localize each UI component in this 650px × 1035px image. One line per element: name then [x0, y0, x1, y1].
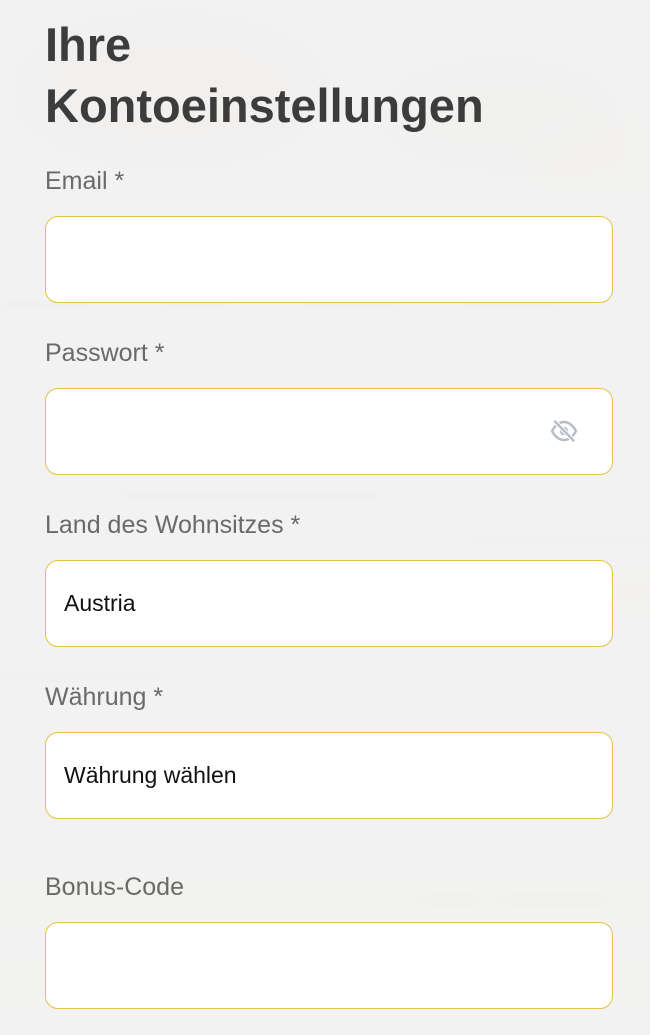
currency-label: Währung *	[45, 683, 164, 711]
bonus-code-label: Bonus-Code	[45, 873, 184, 901]
email-label: Email *	[45, 167, 125, 195]
eye-slash-icon[interactable]	[550, 419, 578, 443]
currency-select[interactable]: Währung wählen	[45, 732, 613, 819]
country-value: Austria	[64, 590, 136, 616]
country-label: Land des Wohnsitzes *	[45, 511, 301, 539]
page-title-line-2: Kontoeinstellungen	[45, 79, 484, 132]
account-settings-form: Ihre Kontoeinstellungen Email * Passwort …	[45, 14, 613, 1009]
bonus-code-field[interactable]	[45, 922, 613, 1009]
page-title-line-1: Ihre	[45, 18, 132, 71]
page-title: Ihre Kontoeinstellungen	[45, 14, 613, 136]
currency-value: Währung wählen	[64, 762, 237, 788]
email-field[interactable]	[45, 216, 613, 303]
country-select[interactable]: Austria	[45, 560, 613, 647]
password-label: Passwort *	[45, 339, 165, 367]
password-field[interactable]	[45, 388, 613, 475]
